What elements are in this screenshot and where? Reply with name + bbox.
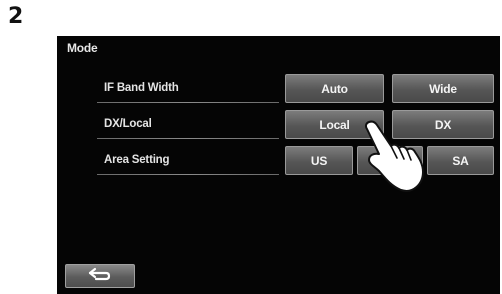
row-label-area-setting: Area Setting [104,154,170,166]
setting-row-dx-local: DX/Local Local DX [57,110,500,144]
wide-button[interactable]: Wide [392,74,494,103]
row-divider [97,174,279,175]
auto-button[interactable]: Auto [285,74,384,103]
row-label-if-band-width: IF Band Width [104,82,179,94]
sa-button[interactable]: SA [427,146,494,175]
setting-row-if-band-width: IF Band Width Auto Wide [57,74,500,108]
mode-screen: Mode IF Band Width Auto Wide DX/Local Lo… [57,36,500,294]
row-divider [97,138,279,139]
pointing-hand-icon [357,118,427,196]
row-divider [97,102,279,103]
return-arrow-icon [87,267,113,286]
row-label-dx-local: DX/Local [104,118,152,130]
back-button[interactable] [65,264,135,288]
step-number: 2 [8,4,24,29]
screen-title: Mode [67,41,98,55]
setting-row-area-setting: Area Setting US SA [57,146,500,180]
us-button[interactable]: US [285,146,353,175]
